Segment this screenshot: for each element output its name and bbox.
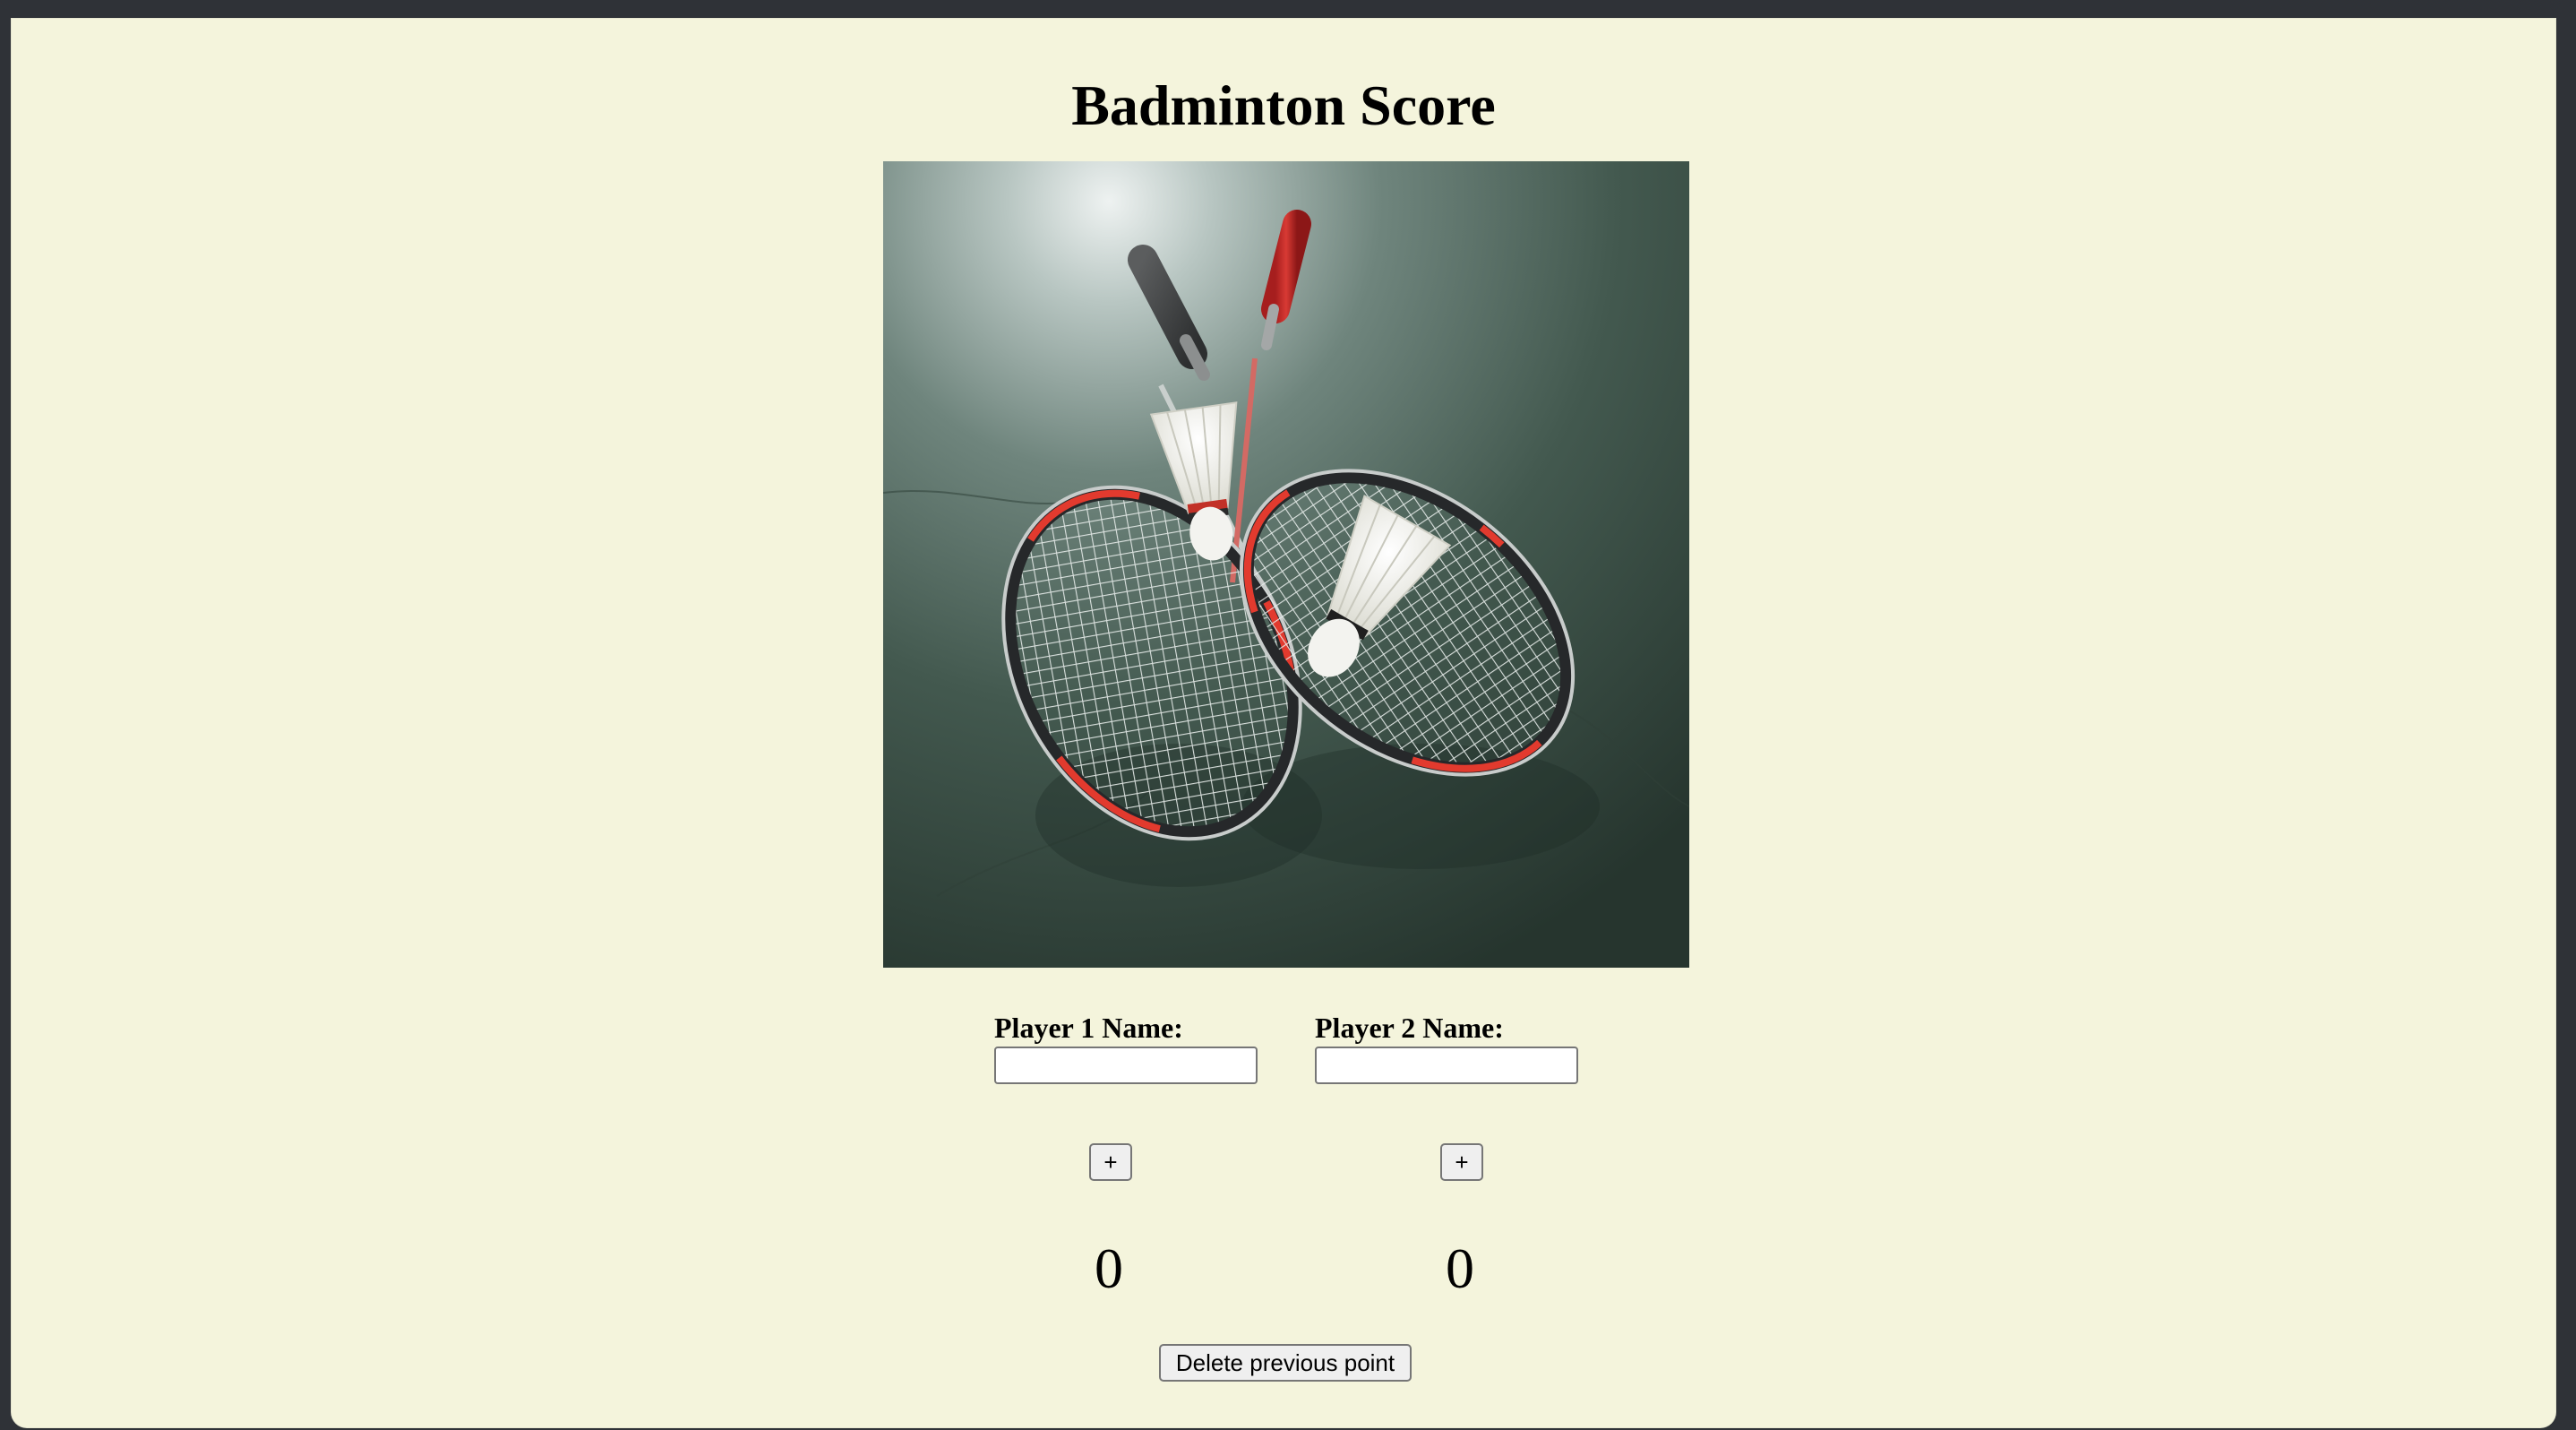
- player-1-add-point-button[interactable]: +: [1089, 1143, 1132, 1181]
- player-2-add-point-button[interactable]: +: [1440, 1143, 1483, 1181]
- player-1-name-input[interactable]: [994, 1047, 1258, 1084]
- score-page: Badminton Score Player 1 Name: Player 2 …: [11, 18, 2556, 1428]
- player-1-name-label: Player 1 Name:: [994, 1012, 1183, 1044]
- badminton-photo: [883, 161, 1689, 968]
- player-2-section: Player 2 Name:: [1315, 1011, 1578, 1084]
- page-title: Badminton Score: [1071, 73, 1496, 137]
- player-2-score: 0: [1446, 1236, 1474, 1300]
- player-2-name-label: Player 2 Name:: [1315, 1012, 1504, 1044]
- player-1-section: Player 1 Name:: [994, 1011, 1258, 1084]
- player-2-name-input[interactable]: [1315, 1047, 1578, 1084]
- player-1-score: 0: [1095, 1236, 1123, 1300]
- delete-previous-point-button[interactable]: Delete previous point: [1159, 1344, 1412, 1382]
